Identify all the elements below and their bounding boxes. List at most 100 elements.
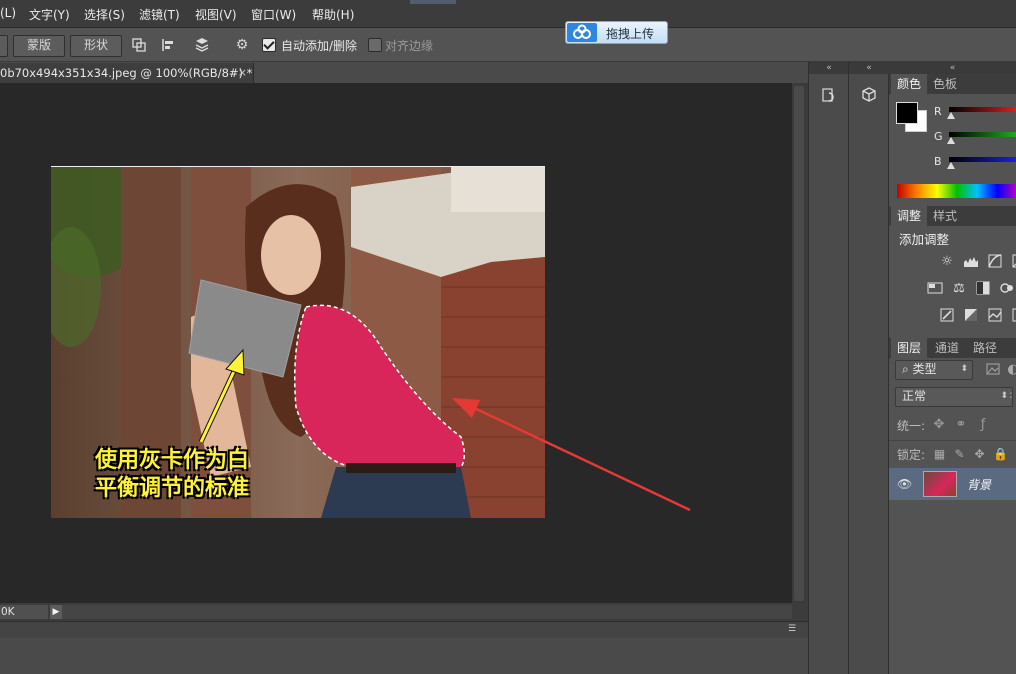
path-arrangement-icon[interactable] [193, 37, 209, 53]
path-alignment-icon[interactable] [161, 37, 177, 53]
tab-color[interactable]: 颜色 [891, 74, 928, 94]
tab-paths[interactable]: 路径 [967, 338, 1003, 358]
mask-button[interactable]: 蒙版 [13, 35, 65, 57]
history-panel-icon[interactable] [809, 84, 849, 112]
menu-item-filter[interactable]: 滤镜(T) [139, 6, 180, 23]
gradient-map-icon[interactable] [1011, 308, 1016, 324]
unify-label: 统一: [897, 419, 926, 433]
unify-style-icon[interactable]: ƒ [975, 417, 991, 433]
horizontal-scrollbar[interactable] [62, 605, 792, 619]
black-white-icon[interactable] [975, 281, 991, 297]
photo-filter-icon[interactable] [999, 281, 1015, 297]
lock-position-icon[interactable]: ✥ [973, 448, 986, 461]
collapse-panels-icon[interactable]: « [888, 62, 1016, 74]
menu-item-window[interactable]: 窗口(W) [251, 6, 296, 23]
drag-upload-button[interactable]: 拖拽上传 [565, 21, 668, 44]
menu-item-help[interactable]: 帮助(H) [312, 6, 354, 23]
threshold-icon[interactable] [987, 308, 1003, 324]
options-bar: 蒙版 形状 ⚙ 自动添加/删除 对齐边缘 [0, 28, 1016, 62]
menu-item-select[interactable]: 选择(S) [84, 6, 125, 23]
tab-channels[interactable]: 通道 [929, 338, 965, 358]
levels-icon[interactable] [963, 254, 979, 270]
collapse-dock-icon-2[interactable]: « [849, 62, 889, 74]
annotation-text: 使用灰卡作为白 平衡调节的标准 [95, 447, 249, 503]
align-edges-label: 对齐边缘 [385, 39, 434, 53]
tab-layers[interactable]: 图层 [891, 338, 928, 358]
close-tab-icon[interactable]: × [238, 63, 247, 83]
unify-visibility-icon[interactable]: ⚭ [953, 417, 969, 433]
channel-g-slider[interactable] [949, 132, 1016, 137]
dock-column-2: « [848, 62, 889, 674]
menu-item-layer[interactable]: (L) [0, 6, 16, 20]
channel-b-slider[interactable] [949, 157, 1016, 162]
lock-all-icon[interactable]: 🔒 [993, 448, 1008, 461]
invert-icon[interactable] [939, 308, 955, 324]
menu-bar: (L) 文字(Y) 选择(S) 滤镜(T) 视图(V) 窗口(W) 帮助(H) [0, 0, 1016, 28]
layer-row-background[interactable]: 👁 背景 [889, 468, 1016, 500]
drag-upload-label: 拖拽上传 [606, 27, 655, 41]
layer-thumbnail [923, 471, 957, 497]
layer-filter-value: 类型 [912, 362, 937, 376]
adjust-panel-title: 添加调整 [899, 232, 950, 247]
exposure-icon[interactable] [1011, 254, 1016, 270]
menu-item-type[interactable]: 文字(Y) [29, 6, 70, 23]
foreground-color-swatch[interactable] [896, 102, 918, 124]
channel-b-label: B [934, 155, 942, 168]
align-edges-checkbox[interactable] [368, 38, 382, 52]
channel-g-label: G [934, 130, 943, 143]
layers-divider [889, 440, 1016, 441]
channel-r-slider[interactable] [949, 107, 1016, 112]
right-panels: « 颜色 色板 R G B 调整 样式 添加调整 ☼ ⚖ 图层 通道 路径 ⌕ … [888, 62, 1016, 674]
collapse-dock-icon[interactable]: « [809, 62, 849, 74]
brightness-icon[interactable]: ☼ [939, 254, 955, 270]
vertical-scroll-thumb[interactable] [794, 86, 804, 601]
tab-adjustments[interactable]: 调整 [891, 206, 928, 226]
color-spectrum-bar[interactable] [897, 184, 1016, 198]
channel-g-handle[interactable] [947, 137, 955, 144]
shape-button[interactable]: 形状 [70, 35, 122, 57]
document-tab-title: 0b70x494x351x34.jpeg @ 100%(RGB/8#) * [0, 66, 253, 80]
tab-styles[interactable]: 样式 [927, 206, 963, 226]
color-balance-icon[interactable]: ⚖ [951, 281, 967, 297]
layers-panel-tabs: 图层 通道 路径 [889, 338, 1016, 358]
eye-visibility-icon[interactable]: 👁 [897, 478, 912, 490]
path-operations-icon[interactable] [131, 37, 147, 53]
tab-swatches[interactable]: 色板 [927, 74, 963, 94]
layer-filter-select[interactable]: ⌕ 类型 ⬍ [895, 360, 973, 380]
vibrance-icon[interactable] [927, 281, 943, 297]
filter-pixel-icon[interactable] [985, 362, 1001, 378]
panel-menu-icon[interactable]: ☰ [788, 624, 804, 634]
red-arrow-annotation [452, 398, 691, 512]
status-menu-arrow-icon[interactable]: ▶ [50, 605, 62, 619]
window-indicator [410, 0, 456, 4]
channel-r-label: R [934, 105, 942, 118]
cloud-logo-icon [567, 23, 597, 42]
chevron-updown-icon: ⬍ [960, 364, 968, 374]
search-icon: ⌕ [902, 362, 913, 376]
annotation-line-2: 平衡调节的标准 [95, 476, 250, 501]
document-tab[interactable]: 0b70x494x351x34.jpeg @ 100%(RGB/8#) * × [0, 63, 254, 83]
channel-r-handle[interactable] [947, 112, 955, 119]
annotation-line-1: 使用灰卡作为白 [95, 448, 250, 473]
auto-add-delete-label: 自动添加/删除 [281, 39, 358, 53]
lock-image-icon[interactable]: ✎ [953, 448, 966, 461]
menu-item-view[interactable]: 视图(V) [195, 6, 237, 23]
lock-transparent-icon[interactable]: ▦ [933, 448, 946, 461]
options-button-partial[interactable] [0, 35, 8, 57]
opacity-label-partial: : [1009, 388, 1013, 401]
channel-b-handle[interactable] [947, 162, 955, 169]
filter-adjust-icon[interactable]: ◐ [1005, 362, 1016, 378]
adjust-panel-tabs: 调整 样式 [889, 206, 1016, 226]
3d-panel-icon[interactable] [849, 84, 889, 112]
lock-label: 锁定: [897, 448, 926, 462]
auto-add-delete-checkbox[interactable] [262, 38, 276, 52]
bottom-panel-header [0, 622, 808, 638]
gear-icon[interactable]: ⚙ [234, 37, 250, 53]
zoom-field[interactable]: 0K [0, 605, 48, 619]
layer-name[interactable]: 背景 [967, 476, 991, 493]
curves-icon[interactable] [987, 254, 1003, 270]
blend-mode-select[interactable]: 正常 ⬍ [895, 387, 1013, 407]
color-panel-tabs: 颜色 色板 [889, 74, 1016, 94]
posterize-icon[interactable] [963, 308, 979, 324]
unify-position-icon[interactable]: ✥ [931, 417, 947, 433]
